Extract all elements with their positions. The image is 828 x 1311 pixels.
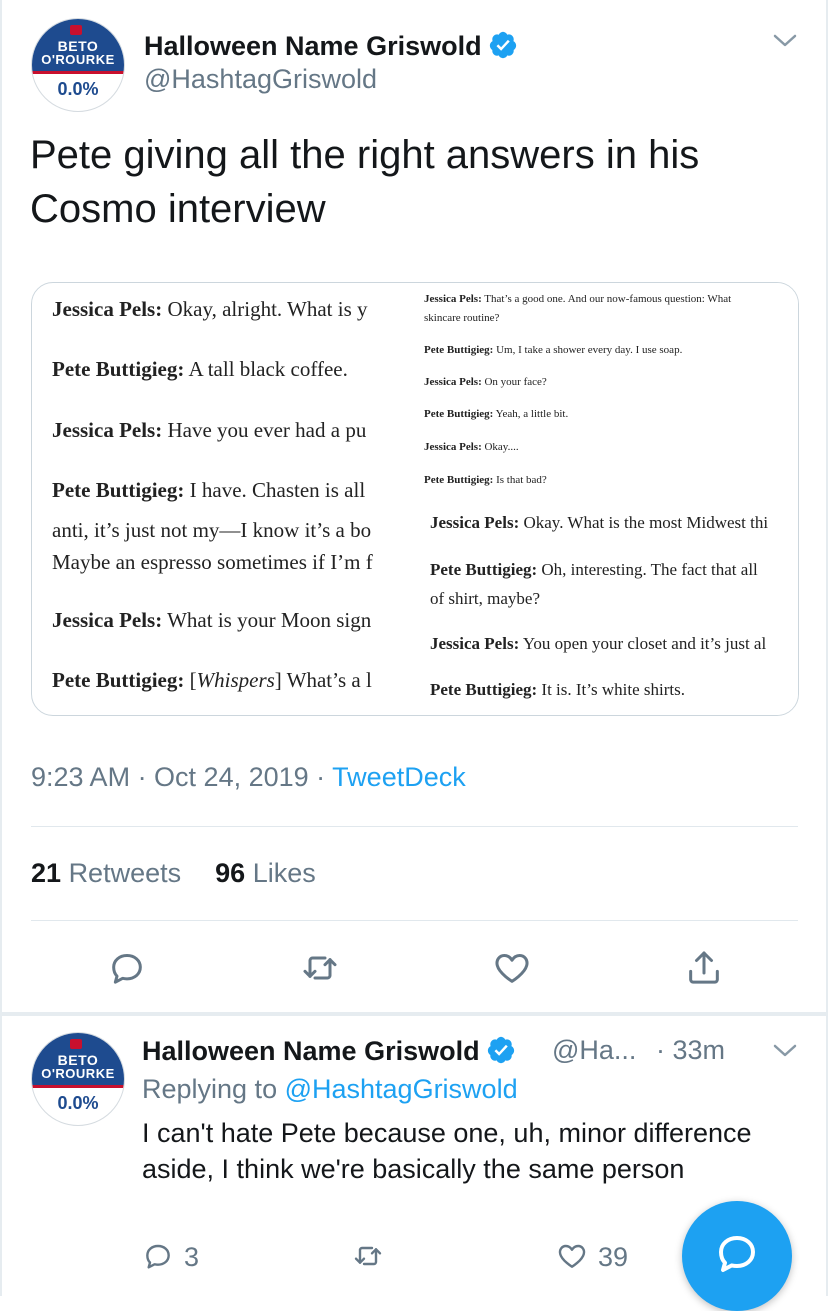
thread-divider <box>0 1012 828 1016</box>
verified-icon <box>487 1036 514 1064</box>
left-line-1: Jessica Pels: Okay, alright. What is y <box>52 297 368 321</box>
avatar-line2: O'ROURKE <box>41 1066 115 1081</box>
retweet-button[interactable] <box>300 948 340 988</box>
timestamp[interactable]: 9:23 AM · Oct 24, 2019 · <box>31 762 332 792</box>
reply-icon <box>146 1244 170 1269</box>
tweet-meta: 9:23 AM · Oct 24, 2019 · TweetDeck <box>31 762 466 793</box>
compose-button[interactable] <box>682 1201 792 1311</box>
tweet-image[interactable]: Jessica Pels: Okay, alright. What is y P… <box>31 282 799 716</box>
author-name-text: Halloween Name Griswold <box>144 31 482 61</box>
flag-icon <box>70 25 82 35</box>
avatar-stripe <box>32 1084 124 1088</box>
like-count: 39 <box>598 1242 629 1272</box>
reply-author-name[interactable]: Halloween Name Griswold <box>142 1035 516 1067</box>
right-large-2: Pete Buttigieg: Oh, interesting. The fac… <box>430 560 758 579</box>
left-line-2: Pete Buttigieg: A tall black coffee. <box>52 357 348 381</box>
right-small-2: skincare routine? <box>424 312 500 324</box>
right-large-4: Jessica Pels: You open your closet and i… <box>430 634 767 653</box>
right-small-1: Jessica Pels: That’s a good one. And our… <box>424 293 732 305</box>
reply-icon <box>112 954 142 984</box>
right-small-6: Jessica Pels: Okay.... <box>424 441 519 453</box>
author-name[interactable]: Halloween Name Griswold <box>144 30 518 62</box>
right-large-5: Pete Buttigieg: It is. It’s white shirts… <box>430 680 685 699</box>
avatar[interactable]: BETO O'ROURKE 0.0% <box>31 1032 125 1126</box>
verified-icon <box>489 31 516 59</box>
tweet-text: Pete giving all the right answers in his… <box>30 133 700 231</box>
reply-reply-button[interactable]: 3 <box>142 1240 199 1273</box>
mention-link[interactable]: @HashtagGriswold <box>285 1074 518 1104</box>
right-small-4: Jessica Pels: On your face? <box>424 376 547 388</box>
left-line-3: Jessica Pels: Have you ever had a pu <box>52 418 367 442</box>
right-small-7: Pete Buttigieg: Is that bad? <box>424 474 547 486</box>
left-line-4: Pete Buttigieg: I have. Chasten is all <box>52 478 366 502</box>
divider <box>31 920 798 921</box>
retweet-icon <box>303 956 337 980</box>
left-line-5: anti, it’s just not my—I know it’s a bo <box>52 518 372 542</box>
likes-stat[interactable]: 96 Likes <box>215 858 316 888</box>
flag-icon <box>70 1039 82 1049</box>
avatar-line1: BETO <box>57 38 99 54</box>
author-handle[interactable]: @HashtagGriswold <box>144 64 377 95</box>
right-large-1: Jessica Pels: Okay. What is the most Mid… <box>430 513 769 532</box>
source-link[interactable]: TweetDeck <box>332 762 466 792</box>
like-icon <box>495 954 529 983</box>
reply-count: 3 <box>184 1242 200 1272</box>
right-small-3: Pete Buttigieg: Um, I take a shower ever… <box>424 344 683 356</box>
avatar-line2: O'ROURKE <box>41 52 115 67</box>
image-right-column: Jessica Pels: That’s a good one. And our… <box>422 283 798 715</box>
chevron-down-icon[interactable] <box>772 32 798 50</box>
like-button[interactable] <box>492 948 532 988</box>
like-icon <box>558 1244 586 1268</box>
avatar-line1: BETO <box>57 1052 99 1068</box>
right-small-5: Pete Buttigieg: Yeah, a little bit. <box>424 408 569 420</box>
chevron-down-icon[interactable] <box>772 1042 798 1060</box>
image-left-column: Jessica Pels: Okay, alright. What is y P… <box>32 283 422 715</box>
reply-time[interactable]: · 33m <box>656 1035 725 1066</box>
reply-button[interactable] <box>107 948 147 988</box>
avatar-percent: 0.0% <box>57 79 99 99</box>
replying-to: Replying to @HashtagGriswold <box>142 1074 518 1104</box>
avatar[interactable]: BETO O'ROURKE 0.0% <box>31 18 125 112</box>
avatar-stripe <box>32 70 124 74</box>
right-large-3: of shirt, maybe? <box>430 589 540 608</box>
left-line-6: Maybe an espresso sometimes if I’m f <box>52 550 373 574</box>
left-line-7: Jessica Pels: What is your Moon sign <box>52 608 372 632</box>
reply-text: I can't hate Pete because one, uh, minor… <box>142 1118 752 1184</box>
share-button[interactable] <box>684 948 724 988</box>
compose-message-icon <box>719 1236 755 1272</box>
avatar-percent: 0.0% <box>57 1093 99 1113</box>
divider <box>31 826 798 827</box>
reply-like-button[interactable]: 39 <box>556 1240 628 1273</box>
reply-retweet-button[interactable] <box>352 1240 394 1273</box>
reply-author-handle[interactable]: @Ha... <box>552 1035 636 1066</box>
tweet-stats: 21 Retweets 96 Likes <box>31 858 316 889</box>
retweets-stat[interactable]: 21 Retweets <box>31 858 181 888</box>
retweet-icon <box>354 1246 382 1266</box>
left-edge <box>0 0 2 1296</box>
left-line-8: Pete Buttigieg: [Whispers] What’s a l <box>52 668 372 692</box>
share-icon <box>689 951 719 984</box>
